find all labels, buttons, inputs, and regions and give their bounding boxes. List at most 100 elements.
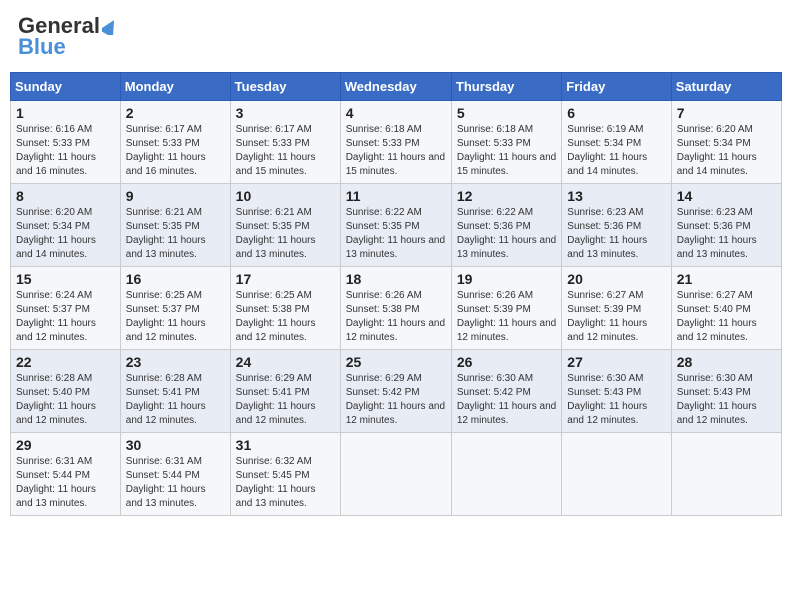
weekday-header: Thursday — [451, 73, 561, 101]
calendar-day-cell: 18 Sunrise: 6:26 AM Sunset: 5:38 PM Dayl… — [340, 267, 451, 350]
calendar-day-cell: 12 Sunrise: 6:22 AM Sunset: 5:36 PM Dayl… — [451, 184, 561, 267]
day-info: Sunrise: 6:29 AM Sunset: 5:42 PM Dayligh… — [346, 372, 446, 428]
day-info: Sunrise: 6:19 AM Sunset: 5:34 PM Dayligh… — [567, 123, 665, 179]
day-info: Sunrise: 6:17 AM Sunset: 5:33 PM Dayligh… — [236, 123, 335, 179]
day-info: Sunrise: 6:27 AM Sunset: 5:39 PM Dayligh… — [567, 289, 665, 345]
day-info: Sunrise: 6:28 AM Sunset: 5:40 PM Dayligh… — [16, 372, 115, 428]
day-info: Sunrise: 6:20 AM Sunset: 5:34 PM Dayligh… — [677, 123, 776, 179]
calendar-day-cell: 21 Sunrise: 6:27 AM Sunset: 5:40 PM Dayl… — [671, 267, 781, 350]
calendar-day-cell: 11 Sunrise: 6:22 AM Sunset: 5:35 PM Dayl… — [340, 184, 451, 267]
day-number: 1 — [16, 105, 115, 121]
calendar-day-cell: 22 Sunrise: 6:28 AM Sunset: 5:40 PM Dayl… — [11, 350, 121, 433]
day-number: 3 — [236, 105, 335, 121]
day-info: Sunrise: 6:29 AM Sunset: 5:41 PM Dayligh… — [236, 372, 335, 428]
day-info: Sunrise: 6:30 AM Sunset: 5:43 PM Dayligh… — [677, 372, 776, 428]
day-info: Sunrise: 6:21 AM Sunset: 5:35 PM Dayligh… — [126, 206, 225, 262]
logo-blue: Blue — [18, 34, 66, 60]
day-info: Sunrise: 6:30 AM Sunset: 5:43 PM Dayligh… — [567, 372, 665, 428]
day-number: 2 — [126, 105, 225, 121]
calendar-table: SundayMondayTuesdayWednesdayThursdayFrid… — [10, 72, 782, 516]
day-number: 15 — [16, 271, 115, 287]
day-number: 11 — [346, 188, 446, 204]
calendar-day-cell: 28 Sunrise: 6:30 AM Sunset: 5:43 PM Dayl… — [671, 350, 781, 433]
calendar-day-cell: 6 Sunrise: 6:19 AM Sunset: 5:34 PM Dayli… — [562, 101, 671, 184]
calendar-header-row: SundayMondayTuesdayWednesdayThursdayFrid… — [11, 73, 782, 101]
calendar-day-cell: 2 Sunrise: 6:17 AM Sunset: 5:33 PM Dayli… — [120, 101, 230, 184]
day-info: Sunrise: 6:32 AM Sunset: 5:45 PM Dayligh… — [236, 455, 335, 511]
day-number: 5 — [457, 105, 556, 121]
day-number: 4 — [346, 105, 446, 121]
day-info: Sunrise: 6:27 AM Sunset: 5:40 PM Dayligh… — [677, 289, 776, 345]
calendar-day-cell: 14 Sunrise: 6:23 AM Sunset: 5:36 PM Dayl… — [671, 184, 781, 267]
calendar-day-cell: 16 Sunrise: 6:25 AM Sunset: 5:37 PM Dayl… — [120, 267, 230, 350]
calendar-day-cell: 24 Sunrise: 6:29 AM Sunset: 5:41 PM Dayl… — [230, 350, 340, 433]
day-info: Sunrise: 6:18 AM Sunset: 5:33 PM Dayligh… — [346, 123, 446, 179]
day-info: Sunrise: 6:26 AM Sunset: 5:39 PM Dayligh… — [457, 289, 556, 345]
day-info: Sunrise: 6:28 AM Sunset: 5:41 PM Dayligh… — [126, 372, 225, 428]
calendar-week-row: 1 Sunrise: 6:16 AM Sunset: 5:33 PM Dayli… — [11, 101, 782, 184]
day-number: 19 — [457, 271, 556, 287]
weekday-header: Friday — [562, 73, 671, 101]
calendar-day-cell — [451, 433, 561, 516]
day-info: Sunrise: 6:30 AM Sunset: 5:42 PM Dayligh… — [457, 372, 556, 428]
calendar-day-cell: 9 Sunrise: 6:21 AM Sunset: 5:35 PM Dayli… — [120, 184, 230, 267]
calendar-day-cell: 3 Sunrise: 6:17 AM Sunset: 5:33 PM Dayli… — [230, 101, 340, 184]
calendar-week-row: 8 Sunrise: 6:20 AM Sunset: 5:34 PM Dayli… — [11, 184, 782, 267]
calendar-week-row: 29 Sunrise: 6:31 AM Sunset: 5:44 PM Dayl… — [11, 433, 782, 516]
calendar-day-cell: 13 Sunrise: 6:23 AM Sunset: 5:36 PM Dayl… — [562, 184, 671, 267]
day-number: 30 — [126, 437, 225, 453]
day-number: 6 — [567, 105, 665, 121]
calendar-day-cell: 29 Sunrise: 6:31 AM Sunset: 5:44 PM Dayl… — [11, 433, 121, 516]
calendar-day-cell — [562, 433, 671, 516]
calendar-day-cell: 23 Sunrise: 6:28 AM Sunset: 5:41 PM Dayl… — [120, 350, 230, 433]
day-number: 29 — [16, 437, 115, 453]
day-number: 9 — [126, 188, 225, 204]
calendar-day-cell: 7 Sunrise: 6:20 AM Sunset: 5:34 PM Dayli… — [671, 101, 781, 184]
calendar-day-cell: 5 Sunrise: 6:18 AM Sunset: 5:33 PM Dayli… — [451, 101, 561, 184]
day-info: Sunrise: 6:31 AM Sunset: 5:44 PM Dayligh… — [16, 455, 115, 511]
calendar-day-cell: 26 Sunrise: 6:30 AM Sunset: 5:42 PM Dayl… — [451, 350, 561, 433]
day-info: Sunrise: 6:25 AM Sunset: 5:37 PM Dayligh… — [126, 289, 225, 345]
page-header: General Blue — [10, 10, 782, 64]
day-number: 23 — [126, 354, 225, 370]
calendar-day-cell — [340, 433, 451, 516]
calendar-week-row: 22 Sunrise: 6:28 AM Sunset: 5:40 PM Dayl… — [11, 350, 782, 433]
day-info: Sunrise: 6:31 AM Sunset: 5:44 PM Dayligh… — [126, 455, 225, 511]
calendar-day-cell: 20 Sunrise: 6:27 AM Sunset: 5:39 PM Dayl… — [562, 267, 671, 350]
day-number: 24 — [236, 354, 335, 370]
weekday-header: Saturday — [671, 73, 781, 101]
calendar-day-cell: 31 Sunrise: 6:32 AM Sunset: 5:45 PM Dayl… — [230, 433, 340, 516]
day-info: Sunrise: 6:23 AM Sunset: 5:36 PM Dayligh… — [567, 206, 665, 262]
day-info: Sunrise: 6:25 AM Sunset: 5:38 PM Dayligh… — [236, 289, 335, 345]
calendar-day-cell: 30 Sunrise: 6:31 AM Sunset: 5:44 PM Dayl… — [120, 433, 230, 516]
logo: General Blue — [18, 14, 118, 60]
day-number: 16 — [126, 271, 225, 287]
day-number: 8 — [16, 188, 115, 204]
day-number: 25 — [346, 354, 446, 370]
day-number: 7 — [677, 105, 776, 121]
day-info: Sunrise: 6:24 AM Sunset: 5:37 PM Dayligh… — [16, 289, 115, 345]
day-number: 28 — [677, 354, 776, 370]
day-number: 27 — [567, 354, 665, 370]
day-number: 13 — [567, 188, 665, 204]
calendar-day-cell: 17 Sunrise: 6:25 AM Sunset: 5:38 PM Dayl… — [230, 267, 340, 350]
day-number: 10 — [236, 188, 335, 204]
calendar-day-cell: 25 Sunrise: 6:29 AM Sunset: 5:42 PM Dayl… — [340, 350, 451, 433]
calendar-day-cell: 1 Sunrise: 6:16 AM Sunset: 5:33 PM Dayli… — [11, 101, 121, 184]
calendar-day-cell: 8 Sunrise: 6:20 AM Sunset: 5:34 PM Dayli… — [11, 184, 121, 267]
calendar-day-cell: 27 Sunrise: 6:30 AM Sunset: 5:43 PM Dayl… — [562, 350, 671, 433]
weekday-header: Sunday — [11, 73, 121, 101]
day-number: 26 — [457, 354, 556, 370]
calendar-day-cell: 4 Sunrise: 6:18 AM Sunset: 5:33 PM Dayli… — [340, 101, 451, 184]
day-number: 20 — [567, 271, 665, 287]
day-info: Sunrise: 6:18 AM Sunset: 5:33 PM Dayligh… — [457, 123, 556, 179]
day-number: 21 — [677, 271, 776, 287]
day-number: 12 — [457, 188, 556, 204]
day-number: 22 — [16, 354, 115, 370]
calendar-day-cell: 15 Sunrise: 6:24 AM Sunset: 5:37 PM Dayl… — [11, 267, 121, 350]
weekday-header: Wednesday — [340, 73, 451, 101]
day-info: Sunrise: 6:16 AM Sunset: 5:33 PM Dayligh… — [16, 123, 115, 179]
weekday-header: Tuesday — [230, 73, 340, 101]
day-info: Sunrise: 6:21 AM Sunset: 5:35 PM Dayligh… — [236, 206, 335, 262]
day-number: 31 — [236, 437, 335, 453]
